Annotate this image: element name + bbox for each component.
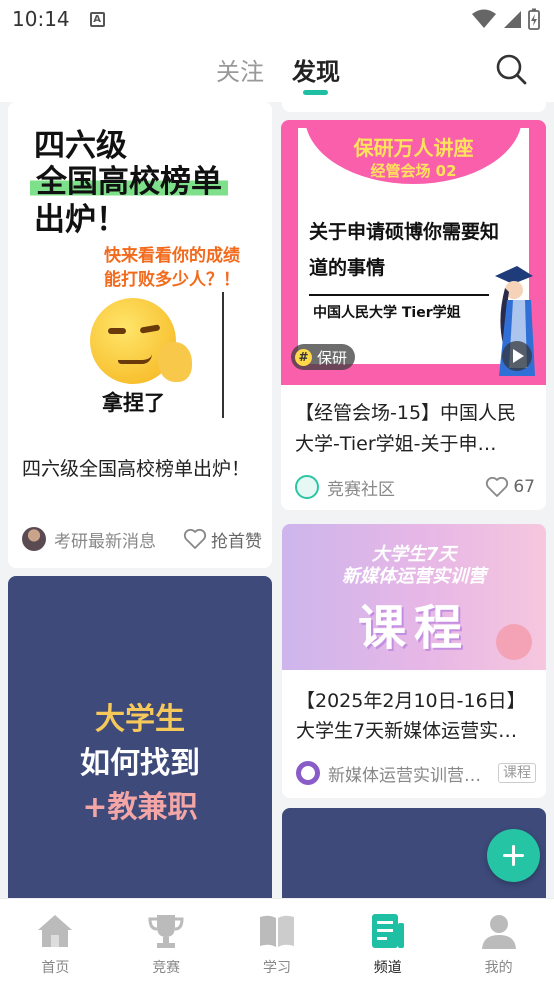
cover-heading: 保研万人讲座: [353, 136, 474, 160]
heart-icon: [486, 476, 509, 497]
cover-text: 出炉！: [34, 202, 127, 238]
status-time: 10:14: [12, 7, 70, 31]
play-icon[interactable]: [502, 341, 532, 371]
nav-label: 首页: [41, 960, 70, 976]
nav-item-home[interactable]: 首页: [0, 899, 111, 985]
profile-icon: [481, 915, 516, 949]
like-button[interactable]: 67: [485, 476, 535, 498]
course-badge: 课程: [498, 763, 536, 783]
card-cover-image: 大学生7天 新媒体运营实训营 课程: [282, 524, 546, 670]
cover-subheading: 经管会场 02: [370, 162, 457, 180]
book-icon: [259, 915, 294, 947]
nav-label: 学习: [262, 960, 291, 976]
tab-discover[interactable]: 发现: [292, 52, 340, 87]
cover-subtext-line: 快来看看你的成绩: [104, 246, 240, 266]
like-count: 67: [513, 477, 535, 497]
cover-caption: 拿捏了: [102, 391, 165, 415]
nav-item-competition[interactable]: 竞赛: [111, 899, 222, 985]
feed-card[interactable]: 大学生7天 新媒体运营实训营 课程 【2025年2月10日-16日】大学生7天新…: [282, 524, 546, 798]
status-icons: [472, 8, 540, 30]
cover-subtext-line: 能打败多少人？！: [104, 270, 240, 290]
cover-divider: [222, 292, 224, 418]
card-title: 【经管会场-15】中国人民大学-Tier学姐-关于申…: [295, 402, 517, 455]
tab-follow[interactable]: 关注: [216, 52, 264, 87]
nav-item-study[interactable]: 学习: [222, 899, 333, 985]
author-name[interactable]: 新媒体运营实训营…: [328, 761, 481, 786]
feed-card-partial-top[interactable]: [282, 102, 546, 112]
heart-icon: [183, 528, 207, 549]
card-title: 四六级全国高校榜单出炉！: [22, 458, 251, 480]
cover-text: 如何找到: [80, 746, 200, 781]
channel-icon: [371, 914, 404, 948]
cover-speaker: 中国人民大学 Tier学姐: [313, 305, 461, 321]
card-title: 【2025年2月10日-16日】大学生7天新媒体运营实…: [296, 690, 526, 742]
feed-card[interactable]: 保研万人讲座 经管会场 02 关于申请硕博你需要知 道的事情 中国人民大学 Ti…: [281, 120, 546, 510]
topic-tag-label: 保研: [317, 348, 348, 367]
wifi-icon: [472, 9, 496, 28]
home-icon: [38, 915, 73, 947]
nav-label: 竞赛: [152, 960, 181, 976]
card-meta: 考研最新消息 抢首赞: [22, 526, 262, 552]
nav-label: 频道: [373, 960, 402, 976]
cover-subtext: 快来看看你的成绩 能打败多少人？！: [104, 244, 240, 292]
author-name[interactable]: 考研最新消息: [54, 527, 156, 552]
cover-text: 新媒体运营实训营: [342, 566, 486, 587]
nav-label: 我的: [484, 960, 513, 976]
cover-text-line: 关于申请硕博你需要知: [309, 221, 500, 243]
avatar[interactable]: [295, 475, 319, 499]
feed-card[interactable]: 大学生 如何找到 +教兼职: [8, 576, 272, 898]
author-name[interactable]: 竞赛社区: [327, 475, 395, 500]
like-label: 抢首赞: [211, 531, 262, 552]
hashtag-icon: #: [295, 348, 312, 366]
card-meta: 新媒体运营实训营… 课程: [296, 760, 536, 786]
card-cover-image: 四六级 全国高校榜单 出炉！ 快来看看你的成绩 能打败多少人？！ 拿捏了: [8, 102, 272, 438]
tab-active-indicator: [303, 90, 328, 95]
topic-tag[interactable]: # 保研: [291, 344, 356, 370]
hand-emoji-icon: [158, 342, 192, 382]
smile-sticker-icon: [496, 624, 532, 660]
signal-icon: [504, 11, 521, 28]
like-button[interactable]: 抢首赞: [183, 527, 262, 552]
plus-icon[interactable]: [487, 829, 540, 882]
nav-item-channel[interactable]: 频道: [332, 899, 443, 985]
avatar[interactable]: [296, 761, 320, 785]
discover-feed[interactable]: 四六级 全国高校榜单 出炉！ 快来看看你的成绩 能打败多少人？！ 拿捏了 四六级…: [0, 102, 554, 898]
cover-divider: [309, 294, 489, 296]
card-meta: 竞赛社区 67: [295, 474, 535, 500]
avatar[interactable]: [22, 527, 46, 551]
cover-text: +教兼职: [82, 790, 198, 825]
notification-icon: A: [89, 11, 105, 27]
feed-card[interactable]: 四六级 全国高校榜单 出炉！ 快来看看你的成绩 能打败多少人？！ 拿捏了 四六级…: [8, 102, 272, 568]
search-icon[interactable]: [494, 52, 528, 86]
nav-item-profile[interactable]: 我的: [443, 899, 554, 985]
cover-text: 大学生: [95, 702, 185, 737]
card-cover-image: 保研万人讲座 经管会场 02 关于申请硕博你需要知 道的事情 中国人民大学 Ti…: [281, 120, 546, 385]
battery-icon: [528, 8, 540, 30]
bottom-nav: 首页 竞赛 学习 频道 我的: [0, 898, 554, 985]
status-bar: 10:14 A: [0, 0, 554, 38]
trophy-icon: [148, 915, 184, 948]
top-header: 关注 发现: [0, 38, 554, 102]
